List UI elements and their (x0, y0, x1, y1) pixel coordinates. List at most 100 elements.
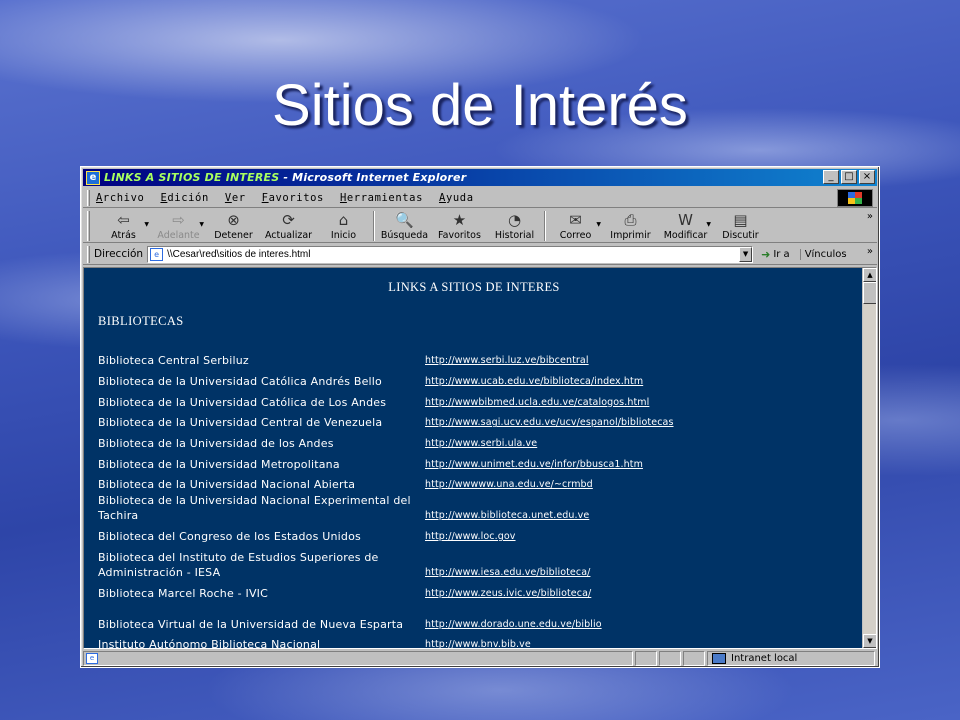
links-table: Biblioteca Central Serbiluz http://www.se… (98, 348, 858, 649)
print-button[interactable]: ⎙ Imprimir (603, 209, 658, 241)
ie-logo-icon: e (86, 170, 100, 185)
window-titlebar[interactable]: e LINKS A SITIOS DE INTERES - Microsoft … (83, 169, 877, 186)
address-bar: Dirección e \\Cesar\red\sitios de intere… (83, 244, 877, 265)
vertical-scrollbar[interactable]: ▲ ▼ (862, 268, 876, 648)
table-row: Biblioteca de la Universidad de los Ande… (98, 431, 858, 452)
library-link[interactable]: http://www.unimet.edu.ve/infor/bbusca1.h… (425, 457, 643, 473)
status-pane (635, 651, 657, 666)
page-icon: e (150, 247, 164, 261)
library-name: Biblioteca Central Serbiluz (98, 354, 249, 368)
status-zone: Intranet local (707, 651, 875, 666)
table-row: Biblioteca de la Universidad Metropolita… (98, 451, 858, 472)
table-row: Biblioteca de la Universidad Católica An… (98, 369, 858, 390)
home-button[interactable]: ⌂ Inicio (316, 209, 371, 241)
library-name: Biblioteca de la Universidad Metropolita… (98, 457, 340, 471)
minimize-button[interactable]: _ (823, 170, 839, 184)
library-link[interactable]: http://www.iesa.edu.ve/biblioteca/ (425, 565, 590, 581)
menu-favoritos[interactable]: Favoritos (262, 192, 324, 204)
forward-arrow-icon: ⇨ (172, 211, 185, 229)
status-pane (659, 651, 681, 666)
search-button[interactable]: 🔍 Búsqueda (377, 209, 432, 241)
links-button[interactable]: Vínculos (799, 248, 847, 260)
window-title: LINKS A SITIOS DE INTERES - Microsoft In… (104, 171, 466, 184)
table-row: Biblioteca de la Universidad Católica de… (98, 389, 858, 410)
address-grip[interactable] (87, 245, 90, 263)
library-name: Biblioteca de la Universidad Católica An… (98, 374, 382, 388)
library-name: Biblioteca del Instituto de Estudios Sup… (98, 550, 379, 580)
library-link[interactable]: http://www.loc.gov (425, 529, 516, 545)
links-chevron-icon[interactable]: » (867, 246, 873, 257)
intranet-zone-icon (712, 653, 726, 664)
page-content: LINKS A SITIOS DE INTERES BIBLIOTECAS Bi… (83, 267, 877, 649)
back-arrow-icon: ⇦ (117, 211, 130, 229)
scroll-up-icon[interactable]: ▲ (863, 268, 876, 282)
library-link[interactable]: http://www.bnv.bib.ve (425, 637, 531, 648)
page-status-icon: e (86, 653, 98, 664)
printer-icon: ⎙ (624, 211, 637, 229)
table-row: Biblioteca Central Serbiluz http://www.se… (98, 348, 858, 369)
mail-dropdown-icon[interactable]: ▼ (596, 221, 601, 228)
back-dropdown-icon[interactable]: ▼ (144, 221, 149, 228)
edit-icon: W (678, 211, 693, 229)
address-input[interactable]: e \\Cesar\red\sitios de interes.html ▼ (147, 245, 754, 263)
menu-herramientas[interactable]: Herramientas (340, 192, 423, 204)
status-bar: e Intranet local (83, 650, 877, 667)
library-name: Biblioteca de la Universidad Central de … (98, 416, 383, 430)
library-link[interactable]: http://www.serbi.ula.ve (425, 436, 537, 452)
mail-icon: ✉ (569, 211, 582, 229)
window-controls: _ □ × (823, 170, 875, 184)
library-name: Instituto Autónomo Biblioteca Nacional (98, 638, 321, 649)
history-button[interactable]: ◔ Historial (487, 209, 542, 241)
library-link[interactable]: http://www.sagi.ucv.edu.ve/ucv/espanol/b… (425, 415, 674, 431)
history-icon: ◔ (507, 211, 522, 229)
library-link[interactable]: http://www.zeus.ivic.ve/biblioteca/ (425, 586, 591, 602)
edit-button[interactable]: W Modificar ▼ (658, 209, 713, 241)
menu-archivo[interactable]: Archivo (96, 192, 144, 204)
library-link[interactable]: http://wwwww.una.edu.ve/~crmbd (425, 477, 593, 493)
favorites-button[interactable]: ★ Favoritos (432, 209, 487, 241)
menu-edicion[interactable]: Edición (160, 192, 208, 204)
menu-ayuda[interactable]: Ayuda (439, 192, 474, 204)
menu-ver[interactable]: Ver (225, 192, 246, 204)
library-link[interactable]: http://wwwbibmed.ucla.edu.ve/catalogos.h… (425, 395, 649, 411)
table-row: Biblioteca de la Universidad Nacional Ab… (98, 472, 858, 493)
discuss-icon: ▤ (733, 211, 748, 229)
forward-button[interactable]: ⇨ Adelante ▼ (151, 209, 206, 241)
slide-title: Sitios de Interés (272, 73, 688, 138)
address-value[interactable]: \\Cesar\red\sitios de interes.html (167, 249, 739, 260)
address-dropdown-icon[interactable]: ▼ (739, 246, 753, 262)
library-link[interactable]: http://www.biblioteca.unet.edu.ve (425, 508, 589, 524)
home-icon: ⌂ (338, 211, 349, 229)
library-link[interactable]: http://www.serbi.luz.ve/bibcentral (425, 353, 589, 369)
status-pane (683, 651, 705, 666)
mail-button[interactable]: ✉ Correo ▼ (548, 209, 603, 241)
library-link[interactable]: http://www.dorado.une.edu.ve/biblio (425, 617, 602, 633)
close-button[interactable]: × (859, 170, 875, 184)
library-link[interactable]: http://www.ucab.edu.ve/biblioteca/index.… (425, 374, 643, 390)
table-row: Biblioteca de la Universidad Nacional Ex… (98, 493, 858, 524)
discuss-button[interactable]: ▤ Discutir (713, 209, 768, 241)
refresh-button[interactable]: ⟳ Actualizar (261, 209, 316, 241)
menu-grip[interactable] (87, 189, 90, 206)
table-row: Biblioteca de la Universidad Central de … (98, 410, 858, 431)
go-button[interactable]: ➜ Ir a (761, 248, 790, 261)
browser-window: e LINKS A SITIOS DE INTERES - Microsoft … (80, 166, 880, 668)
windows-logo-throbber (837, 189, 873, 207)
favorites-icon: ★ (452, 211, 467, 229)
scroll-down-icon[interactable]: ▼ (863, 634, 876, 648)
toolbar-separator (373, 211, 375, 241)
table-row: Instituto Autónomo Biblioteca Nacional ht… (98, 632, 858, 649)
forward-dropdown-icon[interactable]: ▼ (199, 221, 204, 228)
page-heading: LINKS A SITIOS DE INTERES (388, 280, 560, 294)
edit-dropdown-icon[interactable]: ▼ (706, 221, 711, 228)
back-button[interactable]: ⇦ Atrás ▼ (96, 209, 151, 241)
library-name: Biblioteca de la Universidad de los Ande… (98, 436, 334, 450)
maximize-button[interactable]: □ (841, 170, 857, 184)
stop-button[interactable]: ⊗ Detener (206, 209, 261, 241)
toolbar-chevron-icon[interactable]: » (867, 211, 873, 222)
stop-icon: ⊗ (227, 211, 240, 229)
scroll-thumb[interactable] (863, 282, 876, 304)
toolbar-grip[interactable] (87, 211, 90, 241)
refresh-icon: ⟳ (282, 211, 295, 229)
table-row: Biblioteca del Instituto de Estudios Sup… (98, 545, 858, 581)
